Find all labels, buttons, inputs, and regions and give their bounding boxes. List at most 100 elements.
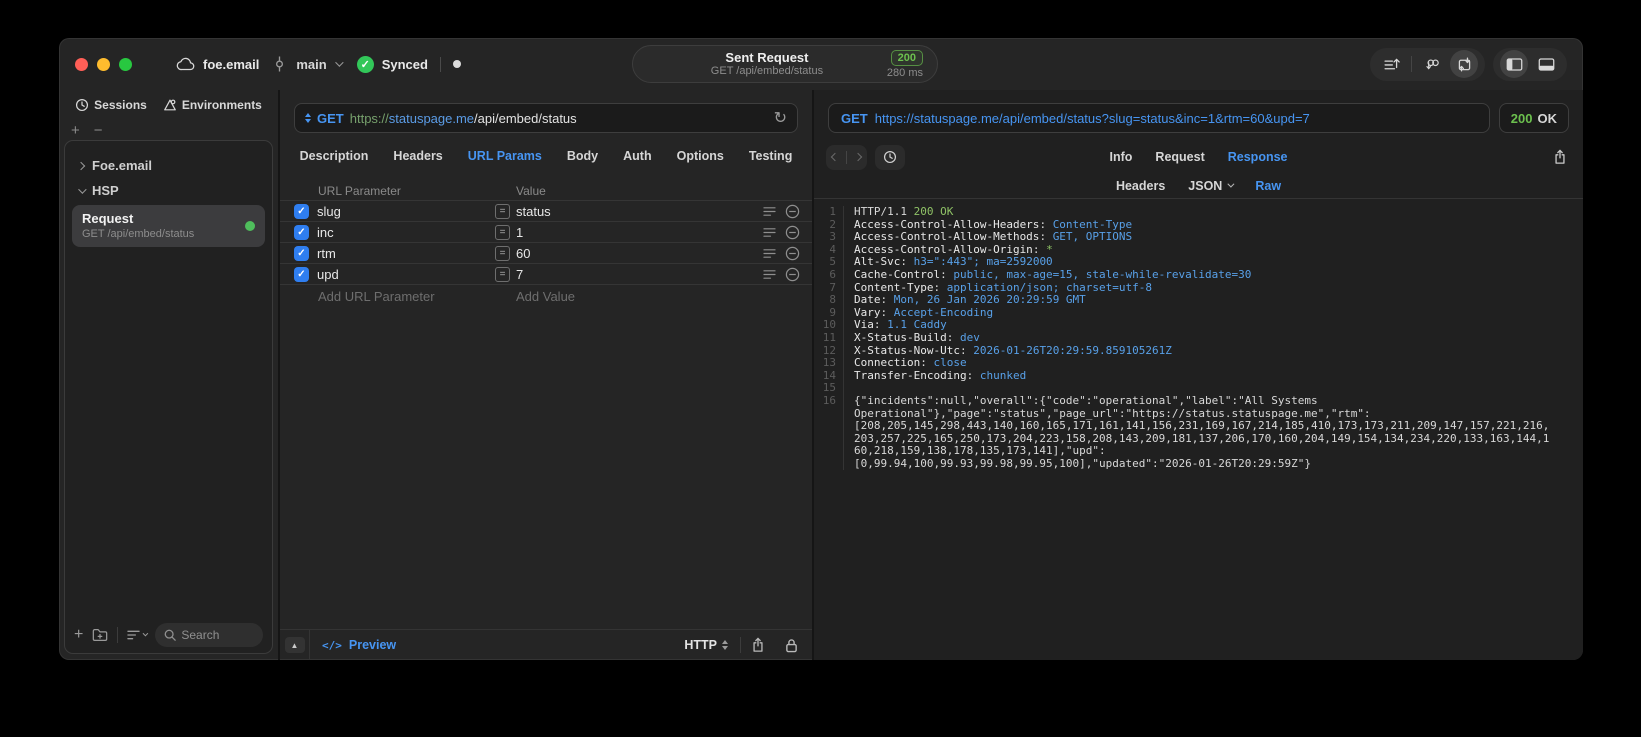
request-pane: GET https://statuspage.me/api/embed/stat… (280, 90, 814, 660)
params-header: URL Parameter Value (280, 181, 812, 201)
export-response-button[interactable] (1553, 149, 1567, 165)
add-param-name[interactable]: Add URL Parameter (318, 289, 516, 304)
request-url-bar[interactable]: GET https://statuspage.me/api/embed/stat… (294, 103, 798, 133)
reload-button[interactable]: ↻ (774, 108, 787, 128)
chevron-down-icon[interactable] (334, 58, 344, 67)
preview-button[interactable]: </> Preview (310, 638, 408, 652)
remove-param-icon[interactable] (785, 225, 800, 240)
add-session-button[interactable]: + (71, 122, 80, 139)
add-param-row[interactable]: Add URL Parameter Add Value (280, 285, 812, 307)
response-status-text: OK (1537, 110, 1558, 126)
param-value[interactable]: 60 (516, 246, 763, 261)
request-tab-url-params[interactable]: URL Params (468, 149, 542, 163)
request-item-subtitle: GET /api/embed/status (82, 228, 195, 240)
column-header-value: Value (516, 183, 546, 198)
param-name[interactable]: inc (317, 225, 487, 240)
tree-item-foe-email[interactable]: Foe.email (72, 153, 265, 178)
new-folder-button[interactable] (92, 628, 108, 642)
loop-arrows-button[interactable] (1418, 50, 1446, 78)
param-value[interactable]: 1 (516, 225, 763, 240)
param-row-upd[interactable]: ✓ upd = 7 (280, 264, 812, 285)
param-enabled-checkbox[interactable]: ✓ (294, 224, 309, 240)
request-tab-body[interactable]: Body (567, 149, 598, 163)
search-input[interactable] (181, 628, 254, 642)
sent-request-pill[interactable]: Sent Request GET /api/embed/status 200 2… (632, 45, 938, 83)
param-value[interactable]: status (516, 204, 763, 219)
branch-name[interactable]: main (296, 57, 326, 72)
toggle-left-panel-button[interactable] (1500, 50, 1528, 78)
import-export-button[interactable] (1450, 50, 1478, 78)
response-body[interactable]: 1 HTTP/1.1 200 OK 2 Access-Control-Allow-He… (814, 199, 1583, 660)
sidebar-tab-sessions[interactable]: Sessions (75, 98, 147, 112)
remove-session-button[interactable]: − (94, 122, 103, 139)
cloud-icon (176, 57, 195, 71)
sidebar-tab-environments[interactable]: Environments (163, 98, 262, 112)
response-tab-response[interactable]: Response (1228, 150, 1288, 164)
response-subtab-headers[interactable]: Headers (1116, 179, 1165, 193)
response-url-bar[interactable]: GET https://statuspage.me/api/embed/stat… (828, 103, 1490, 133)
history-button[interactable] (875, 144, 905, 170)
row-options-icon[interactable] (763, 227, 776, 238)
traffic-lights (75, 57, 132, 71)
zoom-button[interactable] (119, 57, 132, 71)
add-request-button[interactable]: + (74, 627, 83, 643)
param-enabled-checkbox[interactable]: ✓ (294, 203, 309, 219)
param-name[interactable]: slug (317, 204, 487, 219)
remove-param-icon[interactable] (785, 246, 800, 261)
sync-status[interactable]: Synced (382, 57, 428, 72)
minimize-button[interactable] (97, 57, 110, 71)
param-row-slug[interactable]: ✓ slug = status (280, 201, 812, 222)
protocol-selector[interactable]: HTTP (684, 638, 740, 652)
project-name[interactable]: foe.email (203, 57, 259, 72)
request-tab-headers[interactable]: Headers (393, 149, 442, 163)
export-list-button[interactable] (1377, 50, 1405, 78)
remove-param-icon[interactable] (785, 267, 800, 282)
request-item-selected[interactable]: Request GET /api/embed/status (72, 205, 265, 247)
response-method: GET (841, 110, 868, 126)
sessions-label: Sessions (94, 98, 147, 112)
method-selector-icon[interactable] (305, 113, 311, 123)
code-icon: </> (322, 638, 342, 652)
sort-filter-button[interactable] (127, 629, 149, 641)
tree-item-hsp[interactable]: HSP (72, 178, 265, 203)
collapse-editor-button[interactable]: ▲ (284, 637, 305, 653)
param-enabled-checkbox[interactable]: ✓ (294, 266, 309, 282)
response-subtab-raw[interactable]: Raw (1255, 179, 1281, 193)
param-row-rtm[interactable]: ✓ rtm = 60 (280, 243, 812, 264)
request-url[interactable]: https://statuspage.me/api/embed/status (350, 111, 768, 126)
line-number: 1 (814, 205, 844, 219)
search-box[interactable] (155, 623, 263, 647)
shapes-icon (163, 98, 177, 112)
chevron-down-icon (78, 184, 87, 194)
lock-button[interactable] (775, 638, 812, 653)
response-subtab-json[interactable]: JSON (1188, 179, 1235, 193)
param-name[interactable]: rtm (317, 246, 487, 261)
add-param-value[interactable]: Add Value (516, 289, 575, 304)
row-options-icon[interactable] (763, 206, 776, 217)
param-enabled-checkbox[interactable]: ✓ (294, 245, 309, 261)
request-duration: 280 ms (886, 66, 923, 79)
row-options-icon[interactable] (763, 269, 776, 280)
response-tab-request[interactable]: Request (1155, 150, 1204, 164)
line-number: 13 (814, 357, 844, 370)
response-tab-info[interactable]: Info (1110, 150, 1133, 164)
row-options-icon[interactable] (763, 248, 776, 259)
nav-forward-button[interactable] (853, 152, 863, 162)
close-button[interactable] (75, 57, 88, 71)
nav-back-button[interactable] (830, 152, 840, 162)
line-number: 8 (814, 294, 844, 307)
request-method[interactable]: GET (317, 111, 344, 126)
tree-item-label: HSP (92, 183, 119, 198)
request-tab-auth[interactable]: Auth (623, 149, 651, 163)
remove-param-icon[interactable] (785, 204, 800, 219)
request-tab-description[interactable]: Description (300, 149, 369, 163)
param-row-inc[interactable]: ✓ inc = 1 (280, 222, 812, 243)
request-tab-testing[interactable]: Testing (749, 149, 793, 163)
equals-badge: = (495, 203, 510, 219)
sessions-panel: Foe.email HSP Request GET /api/embed/sta… (64, 140, 273, 654)
param-name[interactable]: upd (317, 267, 487, 282)
toggle-bottom-panel-button[interactable] (1532, 50, 1560, 78)
share-button[interactable] (741, 637, 775, 653)
request-tab-options[interactable]: Options (677, 149, 724, 163)
param-value[interactable]: 7 (516, 267, 763, 282)
